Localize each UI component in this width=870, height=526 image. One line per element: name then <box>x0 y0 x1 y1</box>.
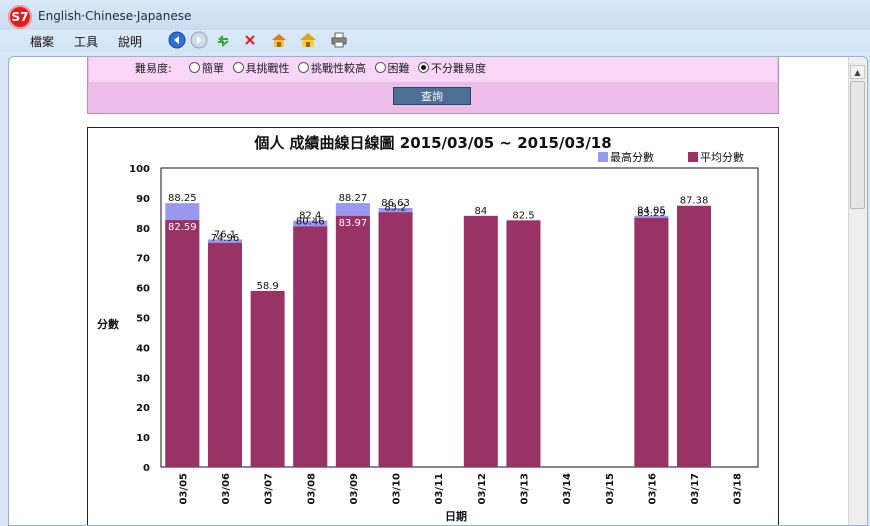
back-icon[interactable] <box>168 31 186 49</box>
y-tick-label: 20 <box>136 403 150 414</box>
browser-content: 難易度: 簡單 具挑戰性 挑戰性較高 困難 不分難易度 查詢 個人 成績曲線日線… <box>8 56 868 526</box>
x-tick-label: 03/13 <box>519 473 530 505</box>
x-tick-label: 03/18 <box>733 473 744 505</box>
x-axis-label: 日期 <box>445 509 467 523</box>
radio-button[interactable] <box>298 62 309 73</box>
radio-option-hard[interactable]: 困難 <box>374 60 410 76</box>
radio-button[interactable] <box>374 62 386 73</box>
y-tick-label: 10 <box>136 433 150 444</box>
x-tick-label: 03/12 <box>477 473 488 505</box>
scroll-up-arrow-icon[interactable]: ▲ <box>850 65 865 79</box>
x-tick-label: 03/06 <box>221 473 232 505</box>
bar-avg <box>634 217 669 467</box>
data-label-avg: 74.96 <box>211 233 240 244</box>
plot-area <box>160 167 759 468</box>
x-tick-label: 03/14 <box>562 473 573 505</box>
data-label-avg: 85.2 <box>384 202 406 213</box>
menu-tools[interactable]: 工具 <box>74 33 98 50</box>
score-chart: 個人 成績曲線日線圖 2015/03/05 ~ 2015/03/18 最高分數 平均… <box>87 127 779 525</box>
legend-label-avg: 平均分數 <box>700 151 744 164</box>
radio-button[interactable] <box>232 62 244 73</box>
legend-swatch-max <box>598 152 608 162</box>
legend-label-max: 最高分數 <box>610 150 654 164</box>
y-tick-label: 70 <box>136 254 150 265</box>
x-tick-label: 03/05 <box>178 473 189 505</box>
title-bar: S7 English·Chinese·Japanese <box>0 0 870 30</box>
x-tick-label: 03/09 <box>349 473 360 505</box>
y-axis-label: 分數 <box>97 317 119 331</box>
bar-avg <box>463 215 498 467</box>
bar-avg <box>165 220 200 467</box>
data-label-avg: 58.9 <box>256 281 278 292</box>
y-tick-label: 60 <box>136 284 150 295</box>
x-tick-label: 03/08 <box>306 473 317 505</box>
data-label-avg: 87.38 <box>680 196 709 207</box>
print-icon[interactable] <box>330 31 348 49</box>
data-label-avg: 83.97 <box>339 218 368 229</box>
menu-help[interactable]: 說明 <box>118 33 142 50</box>
app-logo-icon: S7 <box>8 5 32 29</box>
menu-file[interactable]: 檔案 <box>30 33 54 50</box>
difficulty-radio-group: 簡單 具挑戰性 挑戰性較高 困難 不分難易度 <box>189 60 491 76</box>
radio-option-all[interactable]: 不分難易度 <box>418 60 486 76</box>
radio-button-selected[interactable] <box>418 62 429 73</box>
data-label-max: 88.27 <box>339 193 368 204</box>
legend-swatch-avg <box>688 152 698 162</box>
stop-icon[interactable] <box>241 31 259 49</box>
scroll-thumb[interactable] <box>850 81 865 209</box>
filter-form: 難易度: 簡單 具挑戰性 挑戰性較高 困難 不分難易度 查詢 <box>87 57 779 114</box>
x-tick-label: 03/17 <box>690 473 701 505</box>
menu-bar: 檔案 工具 說明 <box>0 30 870 52</box>
bar-avg <box>378 212 413 467</box>
difficulty-label: 難易度: <box>135 62 172 75</box>
window-title: English·Chinese·Japanese <box>38 9 192 23</box>
x-tick-label: 03/15 <box>605 473 616 505</box>
data-label-max: 88.25 <box>168 193 197 204</box>
x-tick-label: 03/07 <box>264 473 275 505</box>
radio-option-more-challenging[interactable]: 挑戰性較高 <box>298 60 366 76</box>
bar-avg <box>677 205 712 467</box>
y-tick-label: 80 <box>136 224 150 235</box>
forward-icon[interactable] <box>190 31 208 49</box>
data-label-avg: 82.5 <box>512 210 534 221</box>
x-tick-label: 03/10 <box>392 473 403 505</box>
y-tick-label: 90 <box>136 194 150 205</box>
y-tick-label: 50 <box>136 314 150 325</box>
refresh-icon[interactable] <box>214 31 232 49</box>
bar-avg <box>207 242 242 467</box>
radio-option-easy[interactable]: 簡單 <box>189 60 224 76</box>
y-tick-label: 100 <box>129 164 150 175</box>
y-tick-label: 0 <box>143 463 150 474</box>
query-button[interactable]: 查詢 <box>393 87 471 105</box>
bar-avg <box>250 290 285 467</box>
home-alt-icon[interactable] <box>298 31 316 49</box>
y-tick-label: 40 <box>136 343 150 354</box>
y-tick-label: 30 <box>136 373 150 384</box>
radio-option-challenging[interactable]: 具挑戰性 <box>232 60 290 76</box>
chart-canvas: 個人 成績曲線日線圖 2015/03/05 ~ 2015/03/18最高分數 平均… <box>97 134 759 523</box>
vertical-scrollbar[interactable]: ▲ <box>848 57 867 525</box>
bar-avg <box>335 215 370 467</box>
chart-title: 個人 成績曲線日線圖 2015/03/05 ~ 2015/03/18 <box>253 134 611 152</box>
data-label-avg: 82.59 <box>168 222 197 233</box>
radio-button[interactable] <box>189 62 200 73</box>
x-tick-label: 03/16 <box>647 473 658 505</box>
difficulty-row: 難易度: 簡單 具挑戰性 挑戰性較高 困難 不分難易度 <box>89 57 777 82</box>
data-label-avg: 84 <box>474 206 487 217</box>
x-tick-label: 03/11 <box>434 473 445 505</box>
bar-avg <box>293 226 328 467</box>
data-label-avg: 83.29 <box>637 208 666 219</box>
bar-avg <box>506 220 541 467</box>
data-label-avg: 80.46 <box>296 216 325 227</box>
home-icon[interactable] <box>270 31 288 49</box>
